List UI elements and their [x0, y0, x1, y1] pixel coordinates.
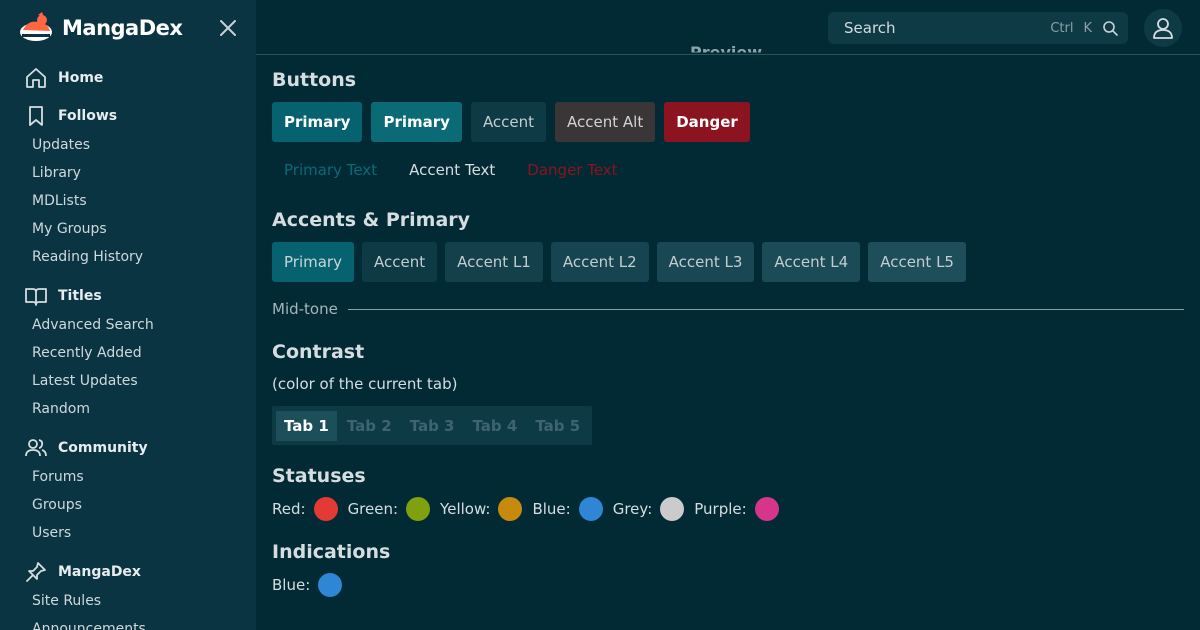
accent-alt-button[interactable]: Accent Alt — [555, 102, 656, 142]
primary-button-alt[interactable]: Primary — [371, 102, 462, 142]
tab-5[interactable]: Tab 5 — [527, 411, 588, 441]
accent-swatch-l5[interactable]: Accent L5 — [868, 242, 966, 282]
sidebar-item-recently-added[interactable]: Recently Added — [32, 345, 142, 361]
accent-text-button[interactable]: Accent Text — [397, 152, 507, 188]
accents-row: Primary Accent Accent L1 Accent L2 Accen… — [272, 242, 966, 282]
buttons-heading: Buttons — [272, 69, 357, 91]
sidebar-item-forums[interactable]: Forums — [32, 469, 84, 485]
status-label-yellow: Yellow: — [440, 500, 491, 518]
user-icon — [1153, 18, 1173, 39]
home-icon — [26, 68, 46, 88]
sidebar-item-users[interactable]: Users — [32, 525, 71, 541]
tab-2[interactable]: Tab 2 — [339, 411, 400, 441]
accent-button[interactable]: Accent — [470, 102, 547, 142]
primary-button[interactable]: Primary — [272, 102, 363, 142]
tab-1[interactable]: Tab 1 — [276, 410, 337, 441]
accent-swatch-l2[interactable]: Accent L2 — [550, 242, 649, 282]
accent-swatch-accent[interactable]: Accent — [361, 242, 438, 282]
status-dot-purple — [754, 497, 779, 521]
accent-swatch-l4[interactable]: Accent L4 — [762, 242, 861, 282]
sidebar-section-mangadex[interactable]: MangaDex — [24, 560, 141, 584]
sidebar-item-mdlists[interactable]: MDLists — [32, 193, 87, 209]
sidebar-item-my-groups[interactable]: My Groups — [32, 221, 107, 237]
brand[interactable]: MangaDex — [18, 12, 183, 44]
accent-swatch-l3[interactable]: Accent L3 — [656, 242, 755, 282]
status-label-red: Red: — [272, 500, 306, 518]
status-dot-red — [313, 497, 338, 521]
contrast-note: (color of the current tab) — [272, 375, 458, 393]
sidebar-item-latest-updates[interactable]: Latest Updates — [32, 373, 138, 389]
users-icon — [25, 439, 47, 457]
indication-label-blue: Blue: — [272, 576, 311, 594]
danger-text-button[interactable]: Danger Text — [515, 152, 629, 188]
sidebar-item-reading-history[interactable]: Reading History — [32, 249, 143, 265]
sidebar-section-label: MangaDex — [58, 564, 141, 580]
status-label-grey: Grey: — [612, 500, 653, 518]
pin-icon — [26, 562, 46, 582]
avatar[interactable] — [1144, 9, 1182, 47]
sidebar-section-label: Titles — [58, 288, 102, 304]
sidebar-section-titles[interactable]: Titles — [24, 284, 102, 308]
status-dot-grey — [660, 497, 685, 521]
sidebar-item-announcements[interactable]: Announcements — [32, 621, 146, 630]
search-input[interactable]: Search Ctrl K — [828, 12, 1128, 44]
status-dot-green — [406, 497, 431, 521]
accent-swatch-primary[interactable]: Primary — [272, 242, 354, 282]
primary-text-button[interactable]: Primary Text — [272, 152, 389, 188]
shortcut-ctrl: Ctrl — [1050, 20, 1074, 36]
book-icon — [25, 288, 47, 306]
sidebar-section-follows[interactable]: Follows — [24, 104, 117, 128]
search-placeholder: Search — [844, 19, 896, 37]
tab-4[interactable]: Tab 4 — [464, 411, 525, 441]
sidebar-item-updates[interactable]: Updates — [32, 137, 90, 153]
status-label-green: Green: — [347, 500, 399, 518]
statuses-row: Red: Green: Yellow: Blue: Grey: Purple: — [272, 497, 781, 521]
shortcut-key: K — [1083, 20, 1092, 36]
status-label-purple: Purple: — [694, 500, 747, 518]
brand-name: MangaDex — [62, 16, 183, 40]
buttons-row: Primary Primary Accent Accent Alt Danger — [272, 102, 750, 142]
accent-swatch-l1[interactable]: Accent L1 — [445, 242, 543, 282]
sidebar-item-advanced-search[interactable]: Advanced Search — [32, 317, 154, 333]
search-icon — [1103, 21, 1118, 36]
sidebar-section-label: Follows — [58, 108, 118, 124]
sidebar-section-label: Community — [58, 440, 148, 456]
indication-dot-blue — [318, 573, 343, 597]
mangadex-logo-icon — [20, 12, 52, 41]
indications-row: Blue: — [272, 573, 344, 597]
statuses-heading: Statuses — [272, 465, 366, 487]
sidebar-section-label: Home — [58, 70, 104, 86]
sidebar-item-site-rules[interactable]: Site Rules — [32, 593, 101, 609]
status-dot-blue — [578, 497, 603, 521]
text-buttons-row: Primary Text Accent Text Danger Text — [272, 152, 630, 188]
contrast-heading: Contrast — [272, 341, 365, 363]
accents-heading: Accents & Primary — [272, 209, 471, 231]
sidebar-item-groups[interactable]: Groups — [32, 497, 82, 513]
sidebar-item-random[interactable]: Random — [32, 401, 90, 417]
status-label-blue: Blue: — [532, 500, 571, 518]
midtone-divider: Mid-tone — [272, 300, 1184, 318]
sidebar: MangaDex Home Follows Updates Library MD… — [0, 0, 256, 630]
danger-button[interactable]: Danger — [664, 102, 750, 142]
divider-line — [347, 308, 1184, 310]
bookmark-icon — [29, 106, 43, 126]
tab-bar: Tab 1 Tab 2 Tab 3 Tab 4 Tab 5 — [272, 406, 593, 445]
midtone-label: Mid-tone — [272, 300, 338, 318]
indications-heading: Indications — [272, 541, 391, 563]
sidebar-item-library[interactable]: Library — [32, 165, 81, 181]
tab-3[interactable]: Tab 3 — [402, 411, 463, 441]
close-icon[interactable] — [218, 18, 238, 38]
sidebar-section-community[interactable]: Community — [24, 436, 148, 460]
sidebar-section-home[interactable]: Home — [24, 66, 103, 90]
status-dot-yellow — [498, 497, 523, 521]
